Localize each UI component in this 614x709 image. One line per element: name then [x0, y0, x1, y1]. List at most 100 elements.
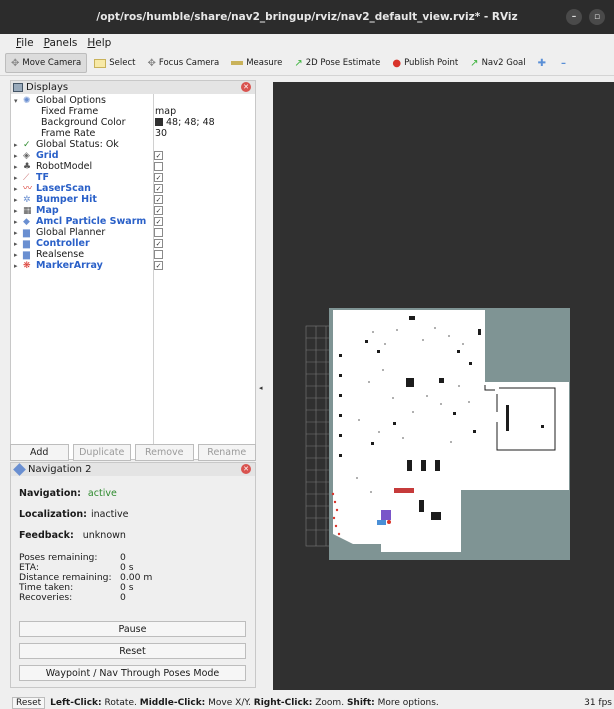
- folder-icon: ▆: [23, 239, 30, 249]
- chevron-right-icon[interactable]: ▸: [14, 173, 18, 183]
- display-item-label: TF: [36, 172, 49, 183]
- display-checkbox[interactable]: [154, 228, 163, 237]
- status-reset-button[interactable]: Reset: [12, 697, 46, 709]
- minimize-icon[interactable]: –: [566, 9, 582, 25]
- display-item-label: Map: [36, 205, 59, 216]
- frame-rate-row[interactable]: Frame Rate 30: [11, 129, 251, 139]
- pose-estimate-label: 2D Pose Estimate: [305, 58, 381, 68]
- display-item-label: Grid: [36, 150, 59, 161]
- display-checkbox[interactable]: [154, 162, 163, 171]
- select-tool[interactable]: Select: [89, 53, 140, 73]
- display-item-label: Global Planner: [36, 227, 106, 238]
- chevron-right-icon[interactable]: ▸: [14, 206, 18, 216]
- display-item-label: Amcl Particle Swarm: [36, 216, 147, 227]
- reset-button[interactable]: Reset: [19, 643, 246, 659]
- global-options-row[interactable]: ▾ ✺ Global Options: [11, 96, 251, 107]
- remove-tool-button[interactable]: –: [556, 53, 574, 73]
- nav2-goal-tool[interactable]: ↗ Nav2 Goal: [465, 53, 530, 73]
- display-item-global-planner[interactable]: ▸ ▆ Global Planner: [11, 228, 251, 238]
- chevron-right-icon[interactable]: ▸: [14, 261, 18, 271]
- move-camera-icon: ✥: [11, 57, 20, 69]
- measure-tool[interactable]: Measure: [226, 53, 287, 73]
- chevron-right-icon[interactable]: ▸: [14, 250, 18, 260]
- display-item-tf[interactable]: ▸ ⟋ TF ✓: [11, 173, 251, 183]
- pose-estimate-tool[interactable]: ↗ 2D Pose Estimate: [289, 53, 385, 73]
- display-checkbox[interactable]: ✓: [154, 184, 163, 193]
- display-item-laserscan[interactable]: ▸ 〰 LaserScan ✓: [11, 184, 251, 194]
- chevron-right-icon[interactable]: ▸: [14, 162, 18, 172]
- fps-counter: 31 fps: [584, 698, 612, 708]
- focus-camera-label: Focus Camera: [158, 58, 220, 68]
- display-checkbox[interactable]: [154, 250, 163, 259]
- diamond-icon: ◆: [23, 217, 30, 227]
- chevron-right-icon[interactable]: ▸: [14, 195, 18, 205]
- chevron-right-icon[interactable]: ▸: [14, 217, 18, 227]
- menu-file[interactable]: File: [16, 37, 34, 49]
- map-pin-icon: ●: [392, 57, 402, 69]
- focus-camera-icon: ✥: [147, 57, 156, 69]
- focus-camera-tool[interactable]: ✥ Focus Camera: [142, 53, 224, 73]
- close-icon[interactable]: ✕: [241, 82, 251, 92]
- nav2-goal-label: Nav2 Goal: [481, 58, 526, 68]
- middle-click-key: Middle-Click:: [139, 698, 206, 708]
- move-camera-tool[interactable]: ✥ Move Camera: [5, 53, 88, 73]
- waypoint-mode-button[interactable]: Waypoint / Nav Through Poses Mode: [19, 665, 246, 681]
- checkmark-icon: ✓: [23, 140, 31, 150]
- global-status-label: Global Status: Ok: [36, 139, 119, 150]
- render-viewport[interactable]: [273, 82, 614, 690]
- window-titlebar: /opt/ros/humble/share/nav2_bringup/rviz/…: [0, 0, 614, 34]
- frame-rate-value[interactable]: 30: [155, 129, 167, 139]
- menu-panels[interactable]: Panels: [44, 37, 78, 49]
- display-item-controller[interactable]: ▸ ▆ Controller ✓: [11, 239, 251, 249]
- add-tool-button[interactable]: ✚: [533, 53, 554, 73]
- color-swatch: [155, 118, 163, 126]
- display-checkbox[interactable]: ✓: [154, 261, 163, 270]
- chevron-right-icon[interactable]: ▸: [14, 151, 18, 161]
- background-color-row[interactable]: Background Color 48; 48; 48: [11, 118, 251, 128]
- measure-label: Measure: [246, 58, 283, 68]
- add-button[interactable]: Add: [10, 444, 69, 461]
- maximize-icon[interactable]: ▫: [589, 9, 605, 25]
- display-checkbox[interactable]: ✓: [154, 173, 163, 182]
- display-item-robotmodel[interactable]: ▸ ♣ RobotModel: [11, 162, 251, 172]
- menu-help[interactable]: Help: [87, 37, 111, 49]
- display-item-markerarray[interactable]: ▸ ❋ MarkerArray ✓: [11, 261, 251, 271]
- chevron-down-icon[interactable]: ▾: [14, 96, 18, 106]
- display-item-realsense[interactable]: ▸ ▆ Realsense: [11, 250, 251, 260]
- chevron-right-icon[interactable]: ▸: [14, 239, 18, 249]
- fixed-frame-value[interactable]: map: [155, 107, 176, 117]
- display-checkbox[interactable]: ✓: [154, 239, 163, 248]
- left-click-key: Left-Click:: [50, 698, 102, 708]
- remove-button[interactable]: Remove: [135, 444, 194, 461]
- feedback-status-value: unknown: [82, 530, 126, 541]
- chevron-right-icon[interactable]: ▸: [14, 184, 18, 194]
- ruler-icon: [231, 61, 244, 65]
- publish-point-tool[interactable]: ● Publish Point: [387, 53, 463, 73]
- display-checkbox[interactable]: ✓: [154, 195, 163, 204]
- background-color-value[interactable]: 48; 48; 48: [155, 118, 215, 128]
- display-item-amcl-particle-swarm[interactable]: ▸ ◆ Amcl Particle Swarm ✓: [11, 217, 251, 227]
- display-checkbox[interactable]: ✓: [154, 206, 163, 215]
- middle-click-desc: Move X/Y.: [208, 698, 251, 708]
- display-item-label: RobotModel: [36, 161, 93, 172]
- right-click-desc: Zoom.: [315, 698, 345, 708]
- map-render: [305, 308, 570, 560]
- display-item-label: Bumper Hit: [36, 194, 97, 205]
- left-click-desc: Rotate.: [104, 698, 137, 708]
- display-item-label: Realsense: [36, 249, 85, 260]
- duplicate-button[interactable]: Duplicate: [72, 444, 131, 461]
- chevron-right-icon[interactable]: ▸: [14, 140, 18, 150]
- displays-header: Displays ✕: [11, 81, 255, 94]
- chevron-right-icon[interactable]: ▸: [14, 228, 18, 238]
- splitter-arrow-icon[interactable]: ◂: [259, 384, 263, 392]
- rename-button[interactable]: Rename: [197, 444, 256, 461]
- display-item-bumper-hit[interactable]: ▸ ✲ Bumper Hit ✓: [11, 195, 251, 205]
- display-checkbox[interactable]: ✓: [154, 151, 163, 160]
- fixed-frame-row[interactable]: Fixed Frame map: [11, 107, 251, 117]
- display-item-map[interactable]: ▸ ▦ Map ✓: [11, 206, 251, 216]
- display-item-grid[interactable]: ▸ ◈ Grid ✓: [11, 151, 251, 161]
- global-status-row[interactable]: ▸ ✓ Global Status: Ok: [11, 139, 251, 151]
- pause-button[interactable]: Pause: [19, 621, 246, 637]
- close-icon[interactable]: ✕: [241, 464, 251, 474]
- display-checkbox[interactable]: ✓: [154, 217, 163, 226]
